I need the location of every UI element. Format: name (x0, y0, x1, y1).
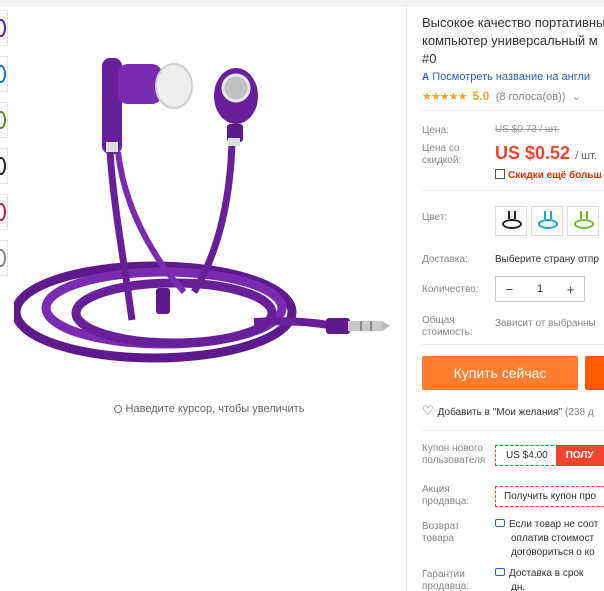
quantity-minus-button[interactable]: − (496, 282, 523, 297)
rating[interactable]: ★★★★★ 5.0 (8 голоса(ов)) ⌄ (422, 89, 581, 103)
shipping-country-select[interactable]: Выберите страну отпр (495, 254, 599, 265)
magnifier-icon (113, 405, 122, 413)
rating-value: 5.0 (472, 89, 490, 103)
discount-price-label: Цена со скидкой: (422, 143, 462, 166)
delivery-icon (495, 568, 505, 576)
shipping-label: Доставка: (422, 254, 468, 265)
more-discounts-link[interactable]: Скидки ещё больш (495, 168, 602, 181)
thumbnail-strip (0, 10, 8, 286)
product-info-panel: Высокое качество портативны компьютер ун… (407, 0, 604, 591)
thumbnail[interactable] (0, 102, 8, 138)
color-option-green[interactable] (567, 206, 599, 236)
color-label: Цвет: (422, 212, 448, 223)
translate-title-link[interactable]: A Посмотреть название на англи (422, 71, 590, 83)
votes-count[interactable]: (8 голоса(ов)) (496, 91, 566, 103)
thumbnail[interactable] (0, 148, 8, 184)
quantity-input[interactable]: 1 (523, 283, 558, 295)
get-seller-coupon-button[interactable]: Получить купон про (495, 486, 604, 507)
price-label: Цена: (422, 125, 449, 136)
returns-info: Если товар не соот оплатив стоимост дого… (495, 518, 598, 560)
divider (422, 430, 604, 431)
divider (422, 344, 604, 345)
product-main-image[interactable] (11, 30, 404, 390)
divider (422, 190, 604, 191)
product-title: Высокое качество портативны компьютер ун… (422, 15, 604, 66)
buy-now-button[interactable]: Купить сейчас (422, 356, 578, 390)
quantity-stepper: − 1 + (495, 276, 585, 302)
new-user-coupon-label: Купон нового пользователя (422, 443, 486, 466)
thumbnail[interactable] (0, 194, 8, 230)
heart-icon: ♡ (422, 403, 434, 418)
return-policy-icon (495, 519, 505, 527)
new-user-coupon: US $4.00 ПОЛУ (495, 445, 604, 466)
star-rating-icon: ★★★★★ (422, 91, 467, 103)
old-price: US $0.73 / шт. (495, 124, 560, 135)
coupon-amount: US $4.00 (495, 445, 559, 466)
thumbnail[interactable] (0, 240, 8, 276)
chevron-down-icon[interactable]: ⌄ (572, 91, 581, 103)
color-options (495, 206, 603, 239)
add-to-cart-button[interactable] (585, 356, 604, 390)
color-option-blue[interactable] (531, 206, 563, 236)
seller-promo-label: Акция продавца: (422, 484, 470, 507)
returns-label: Возврат товара (422, 521, 460, 544)
divider (422, 110, 604, 111)
color-option-black[interactable] (495, 206, 527, 236)
total-value: Зависит от выбранны (495, 318, 596, 329)
ai-translate-icon: A (422, 72, 430, 83)
guarantee-label: Гарантии продавца: (422, 569, 470, 591)
quantity-label: Количество: (422, 284, 479, 295)
guarantee-info: Доставка в срок дн. (495, 567, 583, 591)
discount-price: US $0.52/ шт. (495, 143, 597, 163)
quantity-plus-button[interactable]: + (557, 282, 584, 297)
thumbnail[interactable] (0, 56, 8, 92)
thumbnail[interactable] (0, 10, 8, 46)
get-coupon-button[interactable]: ПОЛУ (555, 445, 604, 466)
zoom-hint: Наведите курсор, чтобы увеличить (0, 403, 418, 415)
total-label: Общая стоимость: (422, 315, 473, 338)
add-to-wishlist[interactable]: ♡ Добавить в "Мои желания" (238 д (422, 403, 594, 419)
qr-code-icon (495, 169, 505, 179)
